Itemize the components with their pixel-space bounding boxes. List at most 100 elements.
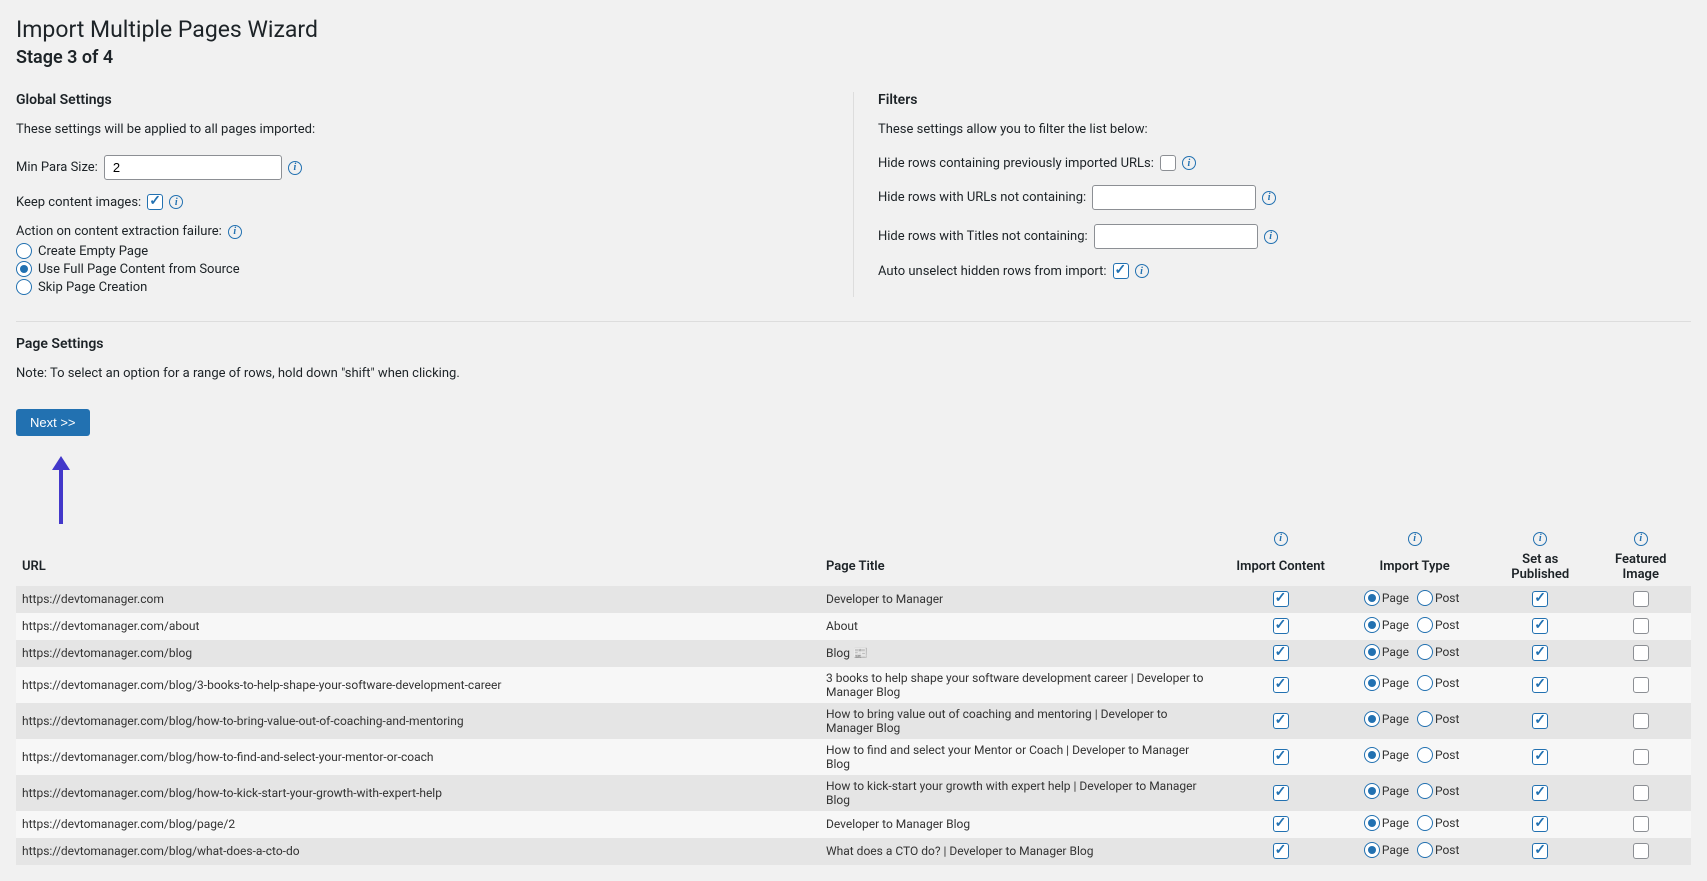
keep-images-checkbox[interactable] [147,194,163,210]
type-page-label: Page [1382,784,1409,798]
global-desc: These settings will be applied to all pa… [16,122,829,137]
min-para-label: Min Para Size: [16,160,98,175]
published-checkbox[interactable] [1532,816,1548,832]
featured-checkbox[interactable] [1633,843,1649,859]
published-checkbox[interactable] [1532,677,1548,693]
table-row: https://devtomanager.comDeveloper to Man… [16,586,1691,613]
type-page-label: Page [1382,645,1409,659]
published-checkbox[interactable] [1532,645,1548,661]
radio-create-empty[interactable] [16,243,32,259]
featured-checkbox[interactable] [1633,677,1649,693]
import-checkbox[interactable] [1273,785,1289,801]
action-failure-label: Action on content extraction failure: [16,224,222,239]
import-checkbox[interactable] [1273,618,1289,634]
published-checkbox[interactable] [1532,843,1548,859]
import-checkbox[interactable] [1273,713,1289,729]
info-icon[interactable]: i [1262,191,1276,205]
type-post-radio[interactable] [1417,815,1433,831]
import-checkbox[interactable] [1273,591,1289,607]
type-page-radio[interactable] [1364,617,1380,633]
pages-table: i i i i URL Page Title Import Content Im… [16,526,1691,865]
type-page-label: Page [1382,591,1409,605]
th-import: Import Content [1222,548,1339,586]
hide-url-input[interactable] [1092,185,1256,210]
hide-prev-label: Hide rows containing previously imported… [878,156,1154,171]
info-icon[interactable]: i [1182,156,1196,170]
info-icon[interactable]: i [1634,532,1648,546]
keep-images-label: Keep content images: [16,195,141,210]
hide-url-label: Hide rows with URLs not containing: [878,190,1086,205]
featured-checkbox[interactable] [1633,591,1649,607]
cell-url: https://devtomanager.com/blog/how-to-fin… [16,739,820,775]
type-page-radio[interactable] [1364,747,1380,763]
type-post-label: Post [1435,645,1459,659]
table-row: https://devtomanager.com/blogBlog 📰PageP… [16,640,1691,667]
type-post-radio[interactable] [1417,675,1433,691]
type-page-label: Page [1382,712,1409,726]
type-page-radio[interactable] [1364,815,1380,831]
import-checkbox[interactable] [1273,677,1289,693]
info-icon[interactable]: i [1264,230,1278,244]
page-settings-heading: Page Settings [16,336,1691,352]
info-icon[interactable]: i [1533,532,1547,546]
hide-prev-checkbox[interactable] [1160,155,1176,171]
hide-title-input[interactable] [1094,224,1258,249]
type-page-radio[interactable] [1364,842,1380,858]
info-icon[interactable]: i [169,195,183,209]
published-checkbox[interactable] [1532,591,1548,607]
cell-title: Developer to Manager Blog [820,811,1222,838]
type-page-radio[interactable] [1364,590,1380,606]
type-post-radio[interactable] [1417,842,1433,858]
info-icon[interactable]: i [1135,264,1149,278]
next-button[interactable]: Next >> [16,409,90,436]
type-post-radio[interactable] [1417,617,1433,633]
radio-use-full-label: Use Full Page Content from Source [38,262,240,277]
cell-url: https://devtomanager.com/blog/page/2 [16,811,820,838]
type-page-radio[interactable] [1364,711,1380,727]
th-published: Set as Published [1490,548,1591,586]
auto-unselect-checkbox[interactable] [1113,263,1129,279]
import-checkbox[interactable] [1273,843,1289,859]
featured-checkbox[interactable] [1633,713,1649,729]
info-icon[interactable]: i [228,225,242,239]
import-checkbox[interactable] [1273,749,1289,765]
featured-checkbox[interactable] [1633,645,1649,661]
cell-url: https://devtomanager.com/blog/what-does-… [16,838,820,865]
featured-checkbox[interactable] [1633,749,1649,765]
table-row: https://devtomanager.com/blog/how-to-bri… [16,703,1691,739]
table-row: https://devtomanager.com/aboutAboutPageP… [16,613,1691,640]
info-icon[interactable]: i [1408,532,1422,546]
radio-skip[interactable] [16,279,32,295]
featured-checkbox[interactable] [1633,816,1649,832]
published-checkbox[interactable] [1532,749,1548,765]
type-page-label: Page [1382,676,1409,690]
published-checkbox[interactable] [1532,785,1548,801]
type-page-radio[interactable] [1364,783,1380,799]
page-title: Import Multiple Pages Wizard [16,16,1691,43]
type-page-radio[interactable] [1364,675,1380,691]
type-post-radio[interactable] [1417,747,1433,763]
published-checkbox[interactable] [1532,618,1548,634]
type-page-radio[interactable] [1364,644,1380,660]
type-post-radio[interactable] [1417,783,1433,799]
table-row: https://devtomanager.com/blog/how-to-fin… [16,739,1691,775]
import-checkbox[interactable] [1273,816,1289,832]
radio-use-full[interactable] [16,261,32,277]
import-checkbox[interactable] [1273,645,1289,661]
type-post-radio[interactable] [1417,644,1433,660]
type-post-radio[interactable] [1417,711,1433,727]
radio-skip-label: Skip Page Creation [38,280,147,295]
info-icon[interactable]: i [1274,532,1288,546]
type-post-label: Post [1435,676,1459,690]
min-para-input[interactable] [104,155,282,180]
featured-checkbox[interactable] [1633,618,1649,634]
featured-checkbox[interactable] [1633,785,1649,801]
type-post-radio[interactable] [1417,590,1433,606]
cell-title: How to bring value out of coaching and m… [820,703,1222,739]
type-page-label: Page [1382,748,1409,762]
info-icon[interactable]: i [288,161,302,175]
table-row: https://devtomanager.com/blog/page/2Deve… [16,811,1691,838]
cell-title: How to kick-start your growth with exper… [820,775,1222,811]
type-post-label: Post [1435,816,1459,830]
published-checkbox[interactable] [1532,713,1548,729]
